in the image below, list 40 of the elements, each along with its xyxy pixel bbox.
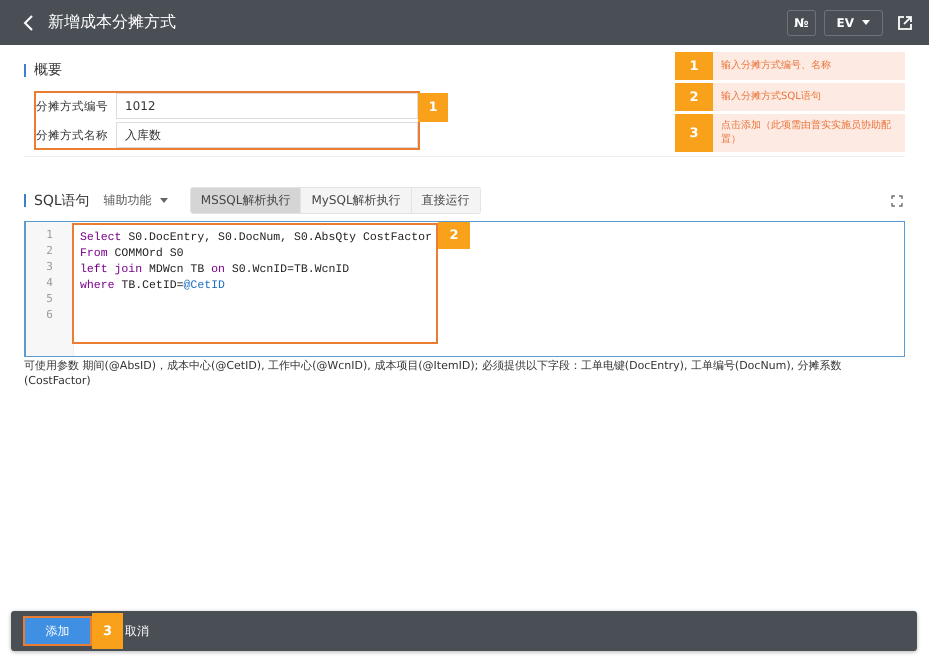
caret-icon [862, 20, 870, 25]
step-badge: 2 [675, 83, 713, 111]
step-text: 输入分摊方式编号、名称 [720, 58, 832, 73]
share-icon[interactable] [897, 14, 913, 30]
mode-tab[interactable]: MSSQL解析执行 [190, 188, 300, 213]
number-button[interactable]: № [787, 10, 816, 36]
step-badge: 1 [418, 93, 448, 122]
code-line: left join MDWcn TB on S0.WcnID=TB.WcnID [80, 263, 350, 276]
mode-tab[interactable]: MySQL解析执行 [300, 188, 411, 213]
line-number: 1 [45, 227, 54, 243]
line-number: 2 [45, 243, 54, 259]
line-number: 5 [45, 291, 54, 307]
page-title: 新增成本分摊方式 [48, 12, 176, 33]
step-badge: 1 [675, 52, 713, 80]
section-heading: 概要 [34, 61, 62, 79]
hint-text: 可使用参数 期间(@AbsID)，成本中心(@CetID), 工作中心(@WcnID), 成本项目(@ItemID); 必须提供以下字段：工单电键(DocEntry), 工单编号(DocNum), 分摊系数(CostFactor) [24, 358, 843, 388]
input-field[interactable]: 1012 [116, 93, 418, 119]
line-number: 6 [45, 307, 54, 323]
assist-dropdown[interactable]: 辅助功能 [104, 192, 168, 209]
code-line: where TB.CetID=@CetID [80, 279, 225, 292]
step-text: 输入分摊方式SQL语句 [720, 90, 822, 104]
step-badge: 3 [675, 114, 713, 152]
step-badge: 3 [92, 613, 123, 649]
code-line: Select S0.DocEntry, S0.DocNum, S0.AbsQty CostFactor [80, 231, 432, 244]
field-label: 分摊方式名称 [36, 128, 109, 142]
line-number: 4 [45, 275, 54, 291]
code-line: From COMMOrd S0 [80, 247, 184, 260]
section-heading: SQL语句 [34, 192, 90, 210]
back-icon[interactable] [22, 14, 34, 32]
mode-tab[interactable]: 直接运行 [410, 188, 480, 213]
input-field[interactable]: 入库数 [116, 122, 418, 148]
field-label: 分摊方式编号 [36, 98, 109, 114]
step-text: 点击添加（此项需由普实实施员协助配置） [720, 118, 892, 147]
language-dropdown[interactable]: EV [824, 10, 883, 36]
step-badge: 2 [438, 222, 470, 249]
code-editor[interactable]: 1 2 3 4 5 6 Select S0.DocEntry, S0.DocNum, S0.AbsQty CostFactor From COMMOrd S0 left join MDWcn TB on S0.WcnID=TB.WcnID where TB.CetID=@CetID 2 [24, 221, 905, 357]
line-number: 3 [45, 259, 54, 275]
cancel-button[interactable]: 取消 [123, 622, 151, 640]
caret-icon [160, 198, 168, 203]
fullscreen-icon[interactable] [891, 194, 903, 206]
